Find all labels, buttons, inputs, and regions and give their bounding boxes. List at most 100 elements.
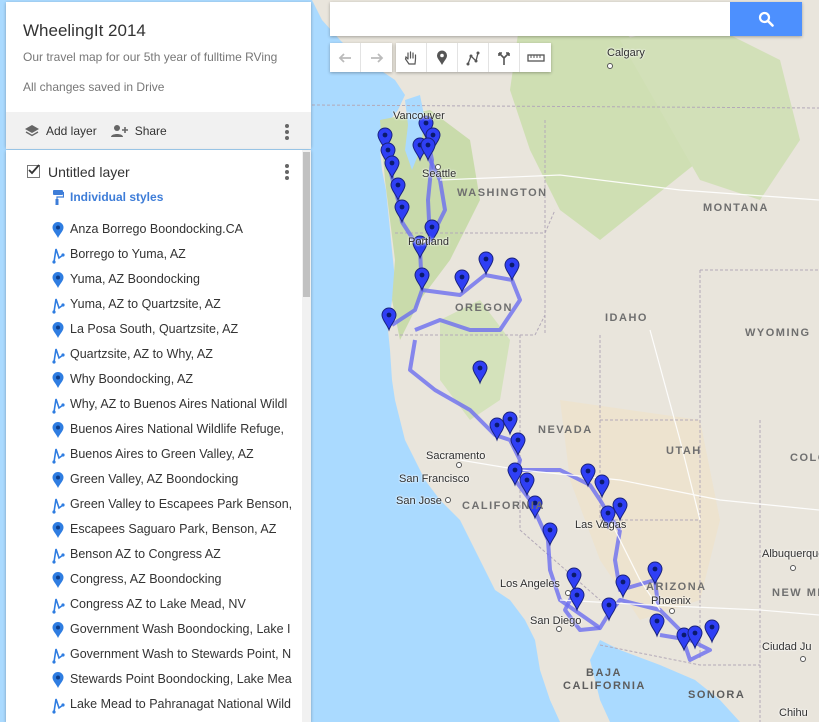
- layer-scroll-thumb[interactable]: [303, 152, 310, 297]
- layer-name[interactable]: Untitled layer: [48, 164, 130, 180]
- region-label-baja-california: CALIFORNIA: [563, 680, 646, 692]
- layer-item-label: Anza Borrego Boondocking.CA: [70, 222, 244, 236]
- state-label-utah: UTAH: [666, 445, 702, 457]
- layer-item[interactable]: Congress, AZ Boondocking: [6, 567, 303, 592]
- route-line-icon: [52, 548, 65, 564]
- layer-item[interactable]: Congress AZ to Lake Mead, NV: [6, 592, 303, 617]
- city-label-san-diego: San Diego: [530, 615, 582, 627]
- search-input[interactable]: [330, 2, 730, 36]
- marker-icon: [52, 622, 64, 638]
- map-marker[interactable]: [381, 307, 397, 332]
- add-marker-button[interactable]: [427, 43, 458, 72]
- layer-item[interactable]: Quartzsite, AZ to Why, AZ: [6, 342, 303, 367]
- directions-button[interactable]: [489, 43, 520, 72]
- city-dot: [790, 565, 796, 571]
- layer-item[interactable]: Yuma, AZ to Quartzsite, AZ: [6, 292, 303, 317]
- state-label-montana: MONTANA: [703, 202, 769, 214]
- map-marker[interactable]: [414, 267, 430, 292]
- map-options-menu-icon[interactable]: [285, 124, 289, 140]
- search-button[interactable]: [730, 2, 802, 36]
- map-marker[interactable]: [615, 574, 631, 599]
- state-label-oregon: OREGON: [455, 302, 513, 314]
- map-marker[interactable]: [390, 177, 406, 202]
- layer-item[interactable]: Why Boondocking, AZ: [6, 367, 303, 392]
- marker-icon: [52, 222, 64, 238]
- layer-item-label: Lake Mead to Pahranagat National Wild: [70, 697, 291, 711]
- map-marker[interactable]: [510, 432, 526, 457]
- layer-item[interactable]: Green Valley to Escapees Park Benson,: [6, 492, 303, 517]
- route-line-icon: [52, 298, 65, 314]
- map-title[interactable]: WheelingIt 2014: [23, 21, 146, 41]
- layer-item[interactable]: Why, AZ to Buenos Aires National Wildl: [6, 392, 303, 417]
- state-label-idaho: IDAHO: [605, 312, 648, 324]
- layer-item-label: Borrego to Yuma, AZ: [70, 247, 186, 261]
- layer-item[interactable]: La Posa South, Quartzsite, AZ: [6, 317, 303, 342]
- map-marker[interactable]: [472, 360, 488, 385]
- layer-item-label: Benson AZ to Congress AZ: [70, 547, 221, 561]
- map-marker[interactable]: [504, 257, 520, 282]
- layer-item[interactable]: Government Wash Boondocking, Lake I: [6, 617, 303, 642]
- individual-styles-link[interactable]: Individual styles: [70, 190, 163, 204]
- marker-icon: [52, 372, 64, 388]
- city-label-las-vegas: Las Vegas: [575, 519, 627, 531]
- add-layer-button[interactable]: Add layer: [24, 124, 97, 138]
- map-marker[interactable]: [542, 522, 558, 547]
- map-marker[interactable]: [566, 567, 582, 592]
- layer-item[interactable]: Government Wash to Stewards Point, N: [6, 642, 303, 667]
- map-marker[interactable]: [519, 472, 535, 497]
- layer-item[interactable]: Buenos Aires National Wildlife Refuge,: [6, 417, 303, 442]
- city-label-los-angeles: Los Angeles: [500, 578, 560, 590]
- city-dot: [669, 608, 675, 614]
- layer-options-menu-icon[interactable]: [285, 164, 289, 180]
- layer-item-label: Yuma, AZ Boondocking: [70, 272, 200, 286]
- layer-item-label: Yuma, AZ to Quartzsite, AZ: [70, 297, 221, 311]
- layer-item[interactable]: Lake Mead to Pahranagat National Wild: [6, 692, 303, 717]
- layer-item[interactable]: Stewards Point Boondocking, Lake Mea: [6, 667, 303, 692]
- layer-items-list: Anza Borrego Boondocking.CA Borrego to Yu…: [6, 217, 303, 717]
- layer-item-label: Congress AZ to Lake Mead, NV: [70, 597, 246, 611]
- map-marker[interactable]: [569, 587, 585, 612]
- layer-item-label: Green Valley, AZ Boondocking: [70, 472, 239, 486]
- layer-item[interactable]: Green Valley, AZ Boondocking: [6, 467, 303, 492]
- city-label-albuquerque: Albuquerque: [762, 548, 819, 560]
- map-marker[interactable]: [502, 411, 518, 436]
- city-label-chihuahua: Chihu: [779, 707, 808, 719]
- layer-visibility-checkbox[interactable]: [27, 164, 40, 178]
- map-marker[interactable]: [687, 625, 703, 650]
- route-line-icon: [52, 348, 65, 364]
- share-button[interactable]: Share: [109, 124, 167, 138]
- layer-item[interactable]: Borrego to Yuma, AZ: [6, 242, 303, 267]
- layer-item[interactable]: Buenos Aires to Green Valley, AZ: [6, 442, 303, 467]
- map-description[interactable]: Our travel map for our 5th year of fullt…: [23, 50, 277, 64]
- map-marker[interactable]: [478, 251, 494, 276]
- layer-item[interactable]: Yuma, AZ Boondocking: [6, 267, 303, 292]
- map-marker[interactable]: [454, 269, 470, 294]
- map-marker[interactable]: [580, 463, 596, 488]
- add-layer-label: Add layer: [46, 123, 97, 138]
- route-line-icon: [52, 398, 65, 414]
- city-label-vancouver: Vancouver: [393, 110, 445, 122]
- measure-button[interactable]: [520, 43, 551, 72]
- map-marker[interactable]: [489, 417, 505, 442]
- save-status: All changes saved in Drive: [23, 80, 165, 94]
- map-marker[interactable]: [394, 199, 410, 224]
- map-marker[interactable]: [704, 619, 720, 644]
- layer-item[interactable]: Anza Borrego Boondocking.CA: [6, 217, 303, 242]
- map-marker[interactable]: [601, 597, 617, 622]
- layer-item[interactable]: Escapees Saguaro Park, Benson, AZ: [6, 517, 303, 542]
- redo-button[interactable]: [361, 43, 392, 72]
- draw-line-button[interactable]: [458, 43, 489, 72]
- checkmark-icon: [28, 164, 40, 175]
- undo-button[interactable]: [330, 43, 361, 72]
- map-marker[interactable]: [384, 155, 400, 180]
- layer-item[interactable]: Benson AZ to Congress AZ: [6, 542, 303, 567]
- undo-icon: [338, 52, 351, 63]
- layer-item-label: La Posa South, Quartzsite, AZ: [70, 322, 239, 336]
- map-info-panel: WheelingIt 2014 Our travel map for our 5…: [6, 2, 311, 149]
- map-marker[interactable]: [594, 474, 610, 499]
- pan-tool-button[interactable]: [396, 43, 427, 72]
- map-marker[interactable]: [649, 613, 665, 638]
- map-marker[interactable]: [420, 137, 436, 162]
- state-label-wyoming: WYOMING: [745, 327, 811, 339]
- map-marker[interactable]: [612, 497, 628, 522]
